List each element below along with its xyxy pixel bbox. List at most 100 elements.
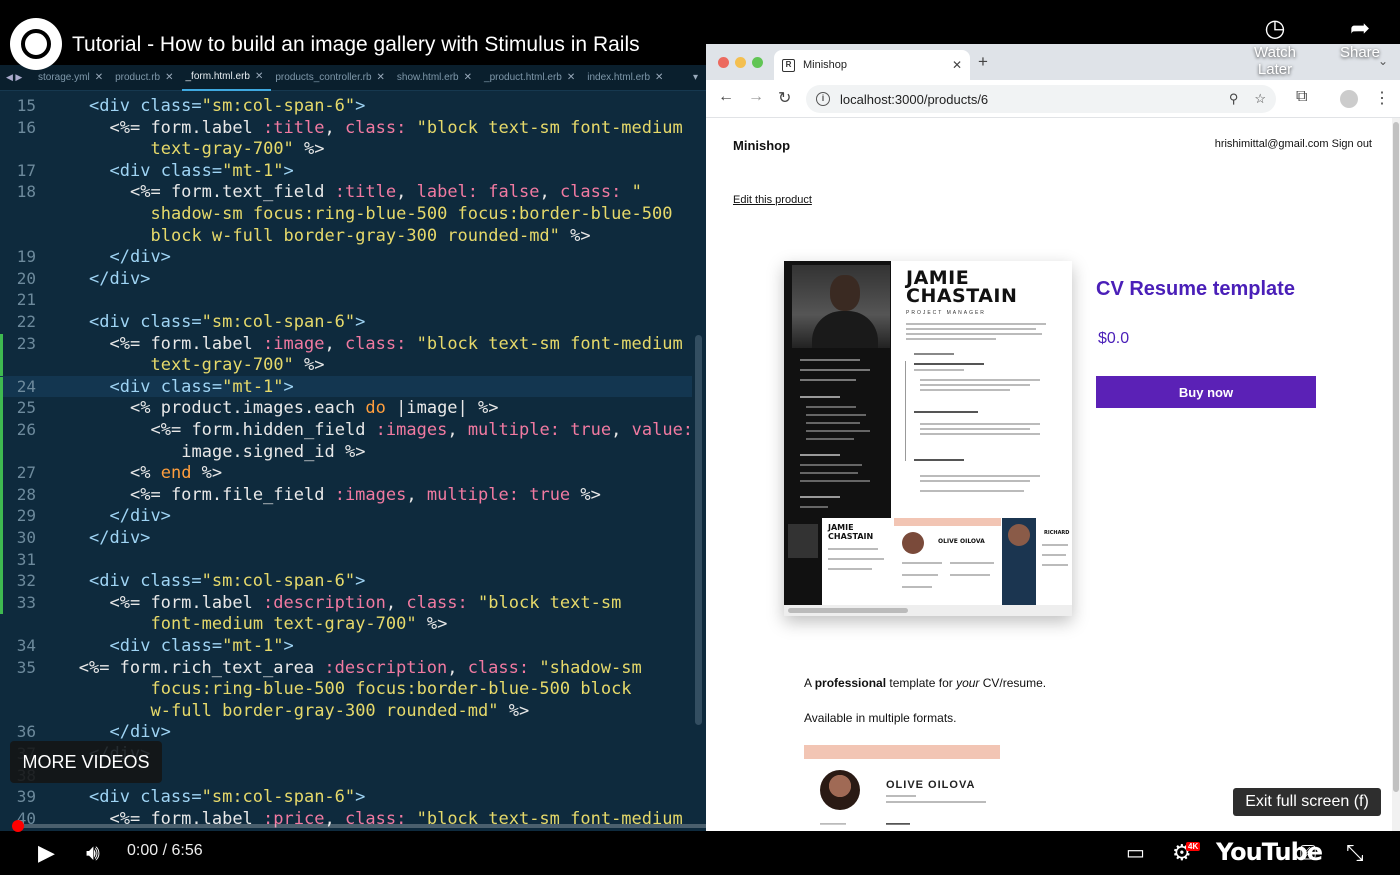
cast-icon[interactable]: ⎚ [1300, 840, 1316, 866]
description-image: OLIVE OILOVA [804, 745, 1000, 831]
editor-scrollbar[interactable] [695, 335, 702, 725]
code-token: > [283, 160, 294, 181]
editor-tab[interactable]: index.html.erb ✕ [583, 65, 671, 91]
profile-avatar[interactable] [1340, 90, 1358, 108]
code-line: <%= form.label :title, class: "block tex… [110, 118, 683, 138]
code-token: </div> [109, 247, 171, 268]
close-window-button[interactable] [718, 57, 729, 68]
progress-bar[interactable] [12, 820, 1382, 832]
new-tab-icon[interactable]: + [978, 52, 988, 72]
editor-tab[interactable]: _form.html.erb ✕ [181, 65, 272, 91]
editor-tab[interactable]: show.html.erb ✕ [393, 65, 480, 91]
code-token: "mt-1" [222, 636, 284, 656]
reload-icon[interactable]: ↻ [778, 88, 791, 108]
code-token: <%= form.text_field [130, 182, 335, 203]
browser-tab[interactable]: R Minishop ✕ [774, 50, 970, 80]
line-number: 19 [16, 247, 36, 267]
editor-tab[interactable]: storage.yml ✕ [34, 65, 111, 91]
close-tab-icon[interactable]: ✕ [567, 72, 575, 83]
close-tab-icon[interactable]: ✕ [377, 72, 385, 83]
user-nav: hrishimittal@gmail.com Sign out [1215, 138, 1372, 150]
editor-tab-label: _form.html.erb [185, 71, 250, 82]
site-brand[interactable]: Minishop [733, 138, 790, 153]
back-icon[interactable]: ← [718, 88, 734, 106]
close-tab-icon[interactable]: ✕ [255, 71, 263, 82]
code-token: <% [130, 463, 161, 484]
subtitles-icon[interactable]: ▭ [1126, 840, 1145, 866]
product-formats-note: Available in multiple formats. [804, 711, 957, 725]
code-token: font-medium text-gray-700" [150, 614, 417, 635]
watch-later-button[interactable]: ◷ Watch Later [1240, 14, 1310, 78]
code-token: class: [344, 117, 407, 138]
tab-overflow-menu-icon[interactable]: ▾ [693, 72, 706, 83]
channel-logo[interactable] [10, 18, 62, 70]
code-token: shadow-sm focus:ring-blue-500 focus:bord… [150, 204, 673, 224]
bookmark-star-icon[interactable]: ☆ [1254, 91, 1266, 107]
code-line: <div class="sm:col-span-6"> [89, 96, 365, 116]
video-title[interactable]: Tutorial - How to build an image gallery… [72, 33, 640, 57]
line-number: 24 [16, 376, 36, 396]
more-videos-button[interactable]: MORE VIDEOS [10, 741, 162, 783]
maximize-window-button[interactable] [752, 57, 763, 68]
line-number: 18 [16, 182, 36, 202]
editor-tab[interactable]: _product.html.erb ✕ [480, 65, 583, 91]
code-token: <%= form.file_field [130, 484, 335, 505]
line-number: 20 [16, 268, 36, 288]
code-token: > [355, 96, 366, 116]
line-number: 34 [16, 636, 36, 655]
edit-product-link[interactable]: Edit this product [733, 194, 812, 206]
sign-out-link[interactable]: Sign out [1332, 138, 1372, 150]
exit-fullscreen-icon[interactable]: ⤡ [1346, 840, 1364, 866]
browser-menu-icon[interactable]: ⋮ [1374, 88, 1390, 108]
code-token: %> [416, 614, 448, 635]
play-icon[interactable]: ▶ [38, 840, 55, 866]
quality-badge: 4K [1186, 842, 1201, 851]
editor-tab[interactable]: product.rb ✕ [111, 65, 181, 91]
editor-nav-arrows[interactable]: ◀ ▶ [0, 72, 34, 83]
code-token: </div> [89, 268, 151, 289]
close-tab-icon[interactable]: ✕ [952, 58, 962, 72]
editor-tab[interactable]: products_controller.rb ✕ [271, 65, 393, 91]
code-token: , [447, 420, 468, 440]
close-tab-icon[interactable]: ✕ [464, 72, 472, 83]
code-line: <%= form.file_field :images, multiple: t… [130, 485, 601, 505]
web-page: Minishop hrishimittal@gmail.com Sign out… [706, 118, 1392, 831]
code-token: :description [324, 657, 448, 678]
page-scrollbar[interactable] [1392, 118, 1400, 831]
volume-icon[interactable]: 🔊︎ [86, 840, 100, 866]
code-token: :description [263, 592, 386, 613]
code-line: <% end %> [130, 463, 222, 483]
thumbnail-2[interactable]: OLIVE OILOVA [894, 518, 1001, 605]
address-bar[interactable]: i localhost:3000/products/6 ⚲ ☆ [806, 85, 1276, 113]
close-tab-icon[interactable]: ✕ [165, 72, 173, 83]
editor-tab-label: _product.html.erb [484, 72, 562, 83]
gallery-scrollbar[interactable] [784, 605, 1072, 616]
code-token: </div> [109, 722, 171, 743]
line-number: 22 [16, 312, 36, 331]
share-button[interactable]: ➦ Share [1325, 14, 1395, 61]
line-number: 17 [16, 160, 36, 180]
code-token: class: [467, 657, 530, 678]
close-tab-icon[interactable]: ✕ [95, 72, 103, 83]
code-line: <div class="sm:col-span-6"> [89, 571, 365, 591]
forward-icon[interactable]: → [748, 88, 764, 106]
cv-portrait-image [792, 265, 890, 348]
zoom-icon[interactable]: ⚲ [1229, 91, 1239, 107]
browser-toolbar: ← → ↻ i localhost:3000/products/6 ⚲ ☆ ⧉ … [706, 80, 1400, 118]
code-token: :title [334, 182, 397, 203]
buy-now-button[interactable]: Buy now [1096, 376, 1316, 408]
extensions-icon[interactable]: ⧉ [1296, 88, 1307, 106]
code-area[interactable]: 15 <div class="sm:col-span-6"> 16 <%= form.… [0, 91, 706, 831]
scrubber-handle[interactable] [12, 820, 24, 832]
code-token: "mt-1" [222, 376, 284, 397]
site-info-icon[interactable]: i [816, 92, 830, 106]
product-image-gallery[interactable]: JAMIE CHASTAIN PROJECT MANAGER JAMIE CHA… [784, 261, 1072, 616]
line-number: 25 [16, 398, 36, 418]
minimize-window-button[interactable] [735, 57, 746, 68]
thumbnail-3[interactable]: RICHARD [1002, 518, 1072, 605]
thumbnail-1[interactable]: JAMIE CHASTAIN [784, 518, 891, 605]
code-token: <%= form.hidden_field [150, 420, 376, 440]
close-tab-icon[interactable]: ✕ [655, 72, 663, 83]
